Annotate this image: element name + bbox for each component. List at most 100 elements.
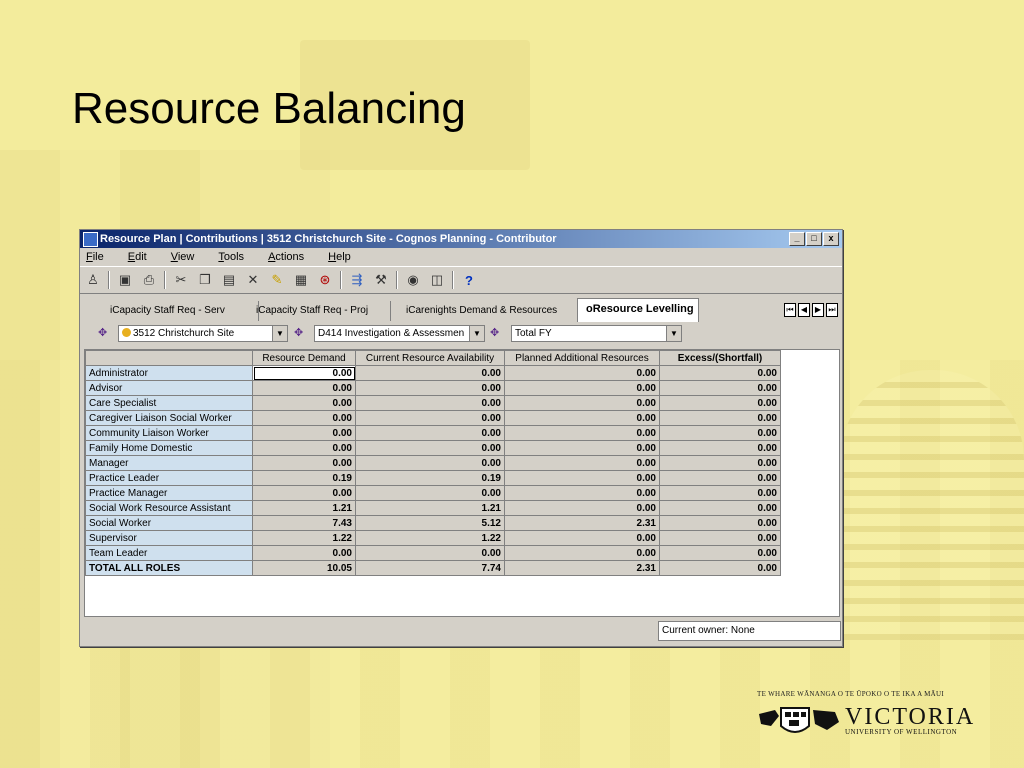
grid-cell[interactable]: 0.00	[659, 485, 781, 501]
grid-cell[interactable]: 0.00	[252, 485, 356, 501]
grid-cell[interactable]: 0.00	[252, 545, 356, 561]
grid-cell[interactable]: 0.00	[355, 440, 505, 456]
grid-cell[interactable]: 0.00	[659, 530, 781, 546]
row-header[interactable]: Caregiver Liaison Social Worker	[85, 410, 253, 426]
dimension-icon[interactable]: ✥	[98, 326, 112, 340]
tab-resource-levelling[interactable]: oResource Levelling	[577, 298, 699, 322]
row-header[interactable]: Administrator	[85, 365, 253, 381]
row-header[interactable]: Social Worker	[85, 515, 253, 531]
grid-cell[interactable]: 1.21	[355, 500, 505, 516]
grid-cell[interactable]: 0.19	[252, 470, 356, 486]
grid-cell[interactable]: 0.00	[659, 410, 781, 426]
project-selector[interactable]: D414 Investigation & Assessmen ▼	[314, 325, 485, 342]
row-header[interactable]: Family Home Domestic	[85, 440, 253, 456]
grid-cell[interactable]: 0.00	[504, 410, 660, 426]
grid-cell[interactable]: 0.00	[504, 425, 660, 441]
grid-cell[interactable]: 1.21	[252, 500, 356, 516]
forward-icon[interactable]: ◫	[428, 271, 446, 289]
chevron-down-icon[interactable]: ▼	[666, 326, 681, 341]
cut-icon[interactable]: ✂	[172, 271, 190, 289]
grid-cell[interactable]: 0.00	[659, 470, 781, 486]
row-header[interactable]: Community Liaison Worker	[85, 425, 253, 441]
tool-icon[interactable]: ♙	[84, 271, 102, 289]
grid-cell[interactable]: 0.00	[504, 365, 660, 381]
row-header[interactable]: Manager	[85, 455, 253, 471]
grid-cell[interactable]: 1.22	[252, 530, 356, 546]
grid-cell[interactable]: 1.22	[355, 530, 505, 546]
grid-cell[interactable]: 0.00	[355, 365, 505, 381]
menu-help[interactable]: Help	[328, 251, 351, 263]
next-tab-icon[interactable]: ▶	[812, 303, 824, 317]
grid-cell[interactable]: 7.43	[252, 515, 356, 531]
row-header[interactable]: Supervisor	[85, 530, 253, 546]
row-header[interactable]: TOTAL ALL ROLES	[85, 560, 253, 576]
grid-cell[interactable]: 0.00	[504, 530, 660, 546]
window-titlebar[interactable]: Resource Plan | Contributions | 3512 Chr…	[80, 230, 842, 248]
row-header[interactable]: Care Specialist	[85, 395, 253, 411]
row-header[interactable]: Social Work Resource Assistant	[85, 500, 253, 516]
grid-cell[interactable]: 0.00	[504, 545, 660, 561]
copy-icon[interactable]: ❐	[196, 271, 214, 289]
menu-actions[interactable]: Actions	[268, 251, 304, 263]
dimension-icon[interactable]: ✥	[490, 326, 504, 340]
grid-cell[interactable]: 0.00	[504, 395, 660, 411]
print-icon[interactable]: ⎙	[140, 271, 158, 289]
tab-capacity-proj[interactable]: iCapacity Staff Req - Proj	[248, 301, 391, 321]
paste-icon[interactable]: ▤	[220, 271, 238, 289]
import-icon[interactable]: ⇶	[348, 271, 366, 289]
column-header[interactable]: Current Resource Availability	[355, 350, 505, 366]
close-button[interactable]: x	[823, 232, 839, 246]
grid-cell[interactable]: 0.00	[355, 485, 505, 501]
help-icon[interactable]: ?	[460, 271, 478, 289]
grid-cell[interactable]: 10.05	[252, 560, 356, 576]
grid-cell[interactable]: 0.00	[659, 500, 781, 516]
menu-tools[interactable]: Tools	[218, 251, 244, 263]
grid-cell[interactable]: 0.00	[252, 425, 356, 441]
grid-cell[interactable]: 0.00	[504, 380, 660, 396]
grid-cell[interactable]: 0.00	[504, 485, 660, 501]
first-tab-icon[interactable]: ⏮	[784, 303, 796, 317]
grid-cell[interactable]: 0.00	[659, 395, 781, 411]
grid-cell[interactable]: 0.00	[252, 440, 356, 456]
column-header[interactable]: Planned Additional Resources	[504, 350, 660, 366]
grid-cell[interactable]: 0.19	[355, 470, 505, 486]
row-header[interactable]: Team Leader	[85, 545, 253, 561]
calendar-icon[interactable]: ▦	[292, 271, 310, 289]
dimension-icon[interactable]: ✥	[294, 326, 308, 340]
back-icon[interactable]: ◉	[404, 271, 422, 289]
grid-cell[interactable]: 0.00	[659, 380, 781, 396]
save-icon[interactable]: ▣	[116, 271, 134, 289]
grid-cell[interactable]: 0.00	[659, 455, 781, 471]
grid-cell[interactable]: 0.00	[659, 560, 781, 576]
chevron-down-icon[interactable]: ▼	[469, 326, 484, 341]
menu-view[interactable]: View	[171, 251, 195, 263]
period-selector[interactable]: Total FY ▼	[511, 325, 682, 342]
grid-cell[interactable]: 0.00	[504, 500, 660, 516]
grid-cell[interactable]: 0.00	[252, 395, 356, 411]
grid-cell[interactable]: 0.00	[659, 515, 781, 531]
grid-cell[interactable]: 0.00	[504, 470, 660, 486]
menu-file[interactable]: File	[86, 251, 104, 263]
last-tab-icon[interactable]: ⏭	[826, 303, 838, 317]
grid-cell[interactable]: 0.00	[355, 380, 505, 396]
grid-cell[interactable]: 2.31	[504, 560, 660, 576]
row-header[interactable]: Practice Leader	[85, 470, 253, 486]
grid-cell[interactable]: 0.00	[355, 410, 505, 426]
menu-edit[interactable]: Edit	[128, 251, 147, 263]
grid-cell[interactable]: 0.00	[252, 455, 356, 471]
grid-cell[interactable]: 7.74	[355, 560, 505, 576]
grid-cell[interactable]: 0.00	[504, 440, 660, 456]
row-header[interactable]: Practice Manager	[85, 485, 253, 501]
grid-cell[interactable]: 5.12	[355, 515, 505, 531]
tab-capacity-serv[interactable]: iCapacity Staff Req - Serv	[102, 301, 259, 321]
grid-cell[interactable]: 0.00	[659, 365, 781, 381]
grid-cell[interactable]: 0.00	[355, 425, 505, 441]
grid-cell[interactable]: 0.00	[355, 545, 505, 561]
grid-cell[interactable]: 0.00	[659, 545, 781, 561]
grid-cell[interactable]: 0.00	[355, 395, 505, 411]
maximize-button[interactable]: □	[806, 232, 822, 246]
annotate-icon[interactable]: ✎	[268, 271, 286, 289]
grid-cell[interactable]: 0.00	[659, 440, 781, 456]
grid-cell[interactable]: 0.00	[355, 455, 505, 471]
grid-cell[interactable]: 0.00	[252, 365, 356, 381]
